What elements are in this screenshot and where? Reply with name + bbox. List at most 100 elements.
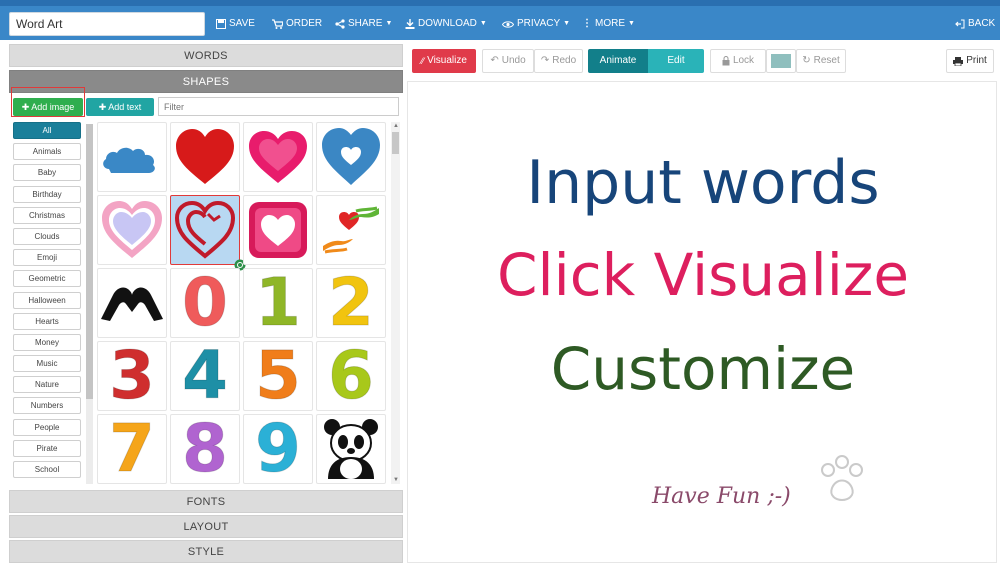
scrollbar-thumb[interactable] xyxy=(392,132,399,154)
category-numbers[interactable]: Numbers xyxy=(13,397,81,415)
category-halloween[interactable]: Halloween xyxy=(13,291,81,309)
print-label: Print xyxy=(966,55,987,66)
shape-number-5[interactable]: 5 xyxy=(243,341,313,411)
shape-number-1[interactable]: 1 xyxy=(243,268,313,338)
color-swatch xyxy=(771,54,791,68)
shape-number-2[interactable]: 2 xyxy=(316,268,386,338)
printer-icon xyxy=(953,56,964,66)
category-nature[interactable]: Nature xyxy=(13,376,81,394)
shape-framed-heart[interactable] xyxy=(243,195,313,265)
download-icon xyxy=(405,19,415,29)
shape-swirl-heart-selected[interactable] xyxy=(170,195,246,271)
back-label: BACK xyxy=(968,18,996,29)
order-label: ORDER xyxy=(286,18,323,29)
category-baby[interactable]: Baby xyxy=(13,164,81,182)
heart-icon xyxy=(249,131,307,183)
shape-number-7[interactable]: 7 xyxy=(97,414,167,484)
canvas-line-1: Input words xyxy=(526,148,880,218)
shape-number-4[interactable]: 4 xyxy=(170,341,240,411)
left-panel: WORDS SHAPES ✚ Add image ✚ Add text AllA… xyxy=(9,44,403,563)
lock-button[interactable]: Lock xyxy=(710,49,766,73)
category-christmas[interactable]: Christmas xyxy=(13,206,81,224)
shape-blue-heart[interactable] xyxy=(316,122,386,192)
category-geometric[interactable]: Geometric xyxy=(13,270,81,288)
shape-heart-hands[interactable] xyxy=(97,268,167,338)
more-button[interactable]: ⋮ MORE ▼ xyxy=(582,16,635,32)
share-icon xyxy=(335,19,345,29)
shape-number-0[interactable]: 0 xyxy=(170,268,240,338)
category-pirate[interactable]: Pirate xyxy=(13,439,81,457)
digit-five: 5 xyxy=(255,337,302,414)
category-hearts[interactable]: Hearts xyxy=(13,312,81,330)
category-scrollbar[interactable] xyxy=(86,124,93,484)
category-music[interactable]: Music xyxy=(13,355,81,373)
heart-icon xyxy=(102,201,162,258)
undo-button[interactable]: ↶ Undo xyxy=(482,49,534,73)
share-button[interactable]: SHARE ▼ xyxy=(335,16,392,32)
visualize-button[interactable]: ⁄⁄ Visualize xyxy=(412,49,476,73)
animate-button[interactable]: Animate xyxy=(588,49,648,73)
digit-six: 6 xyxy=(328,337,375,414)
title-input[interactable] xyxy=(9,12,205,36)
print-button[interactable]: Print xyxy=(946,49,994,73)
chevron-down-icon: ▼ xyxy=(479,20,487,27)
save-button[interactable]: SAVE xyxy=(216,16,255,32)
more-icon: ⋮ xyxy=(582,18,592,29)
shape-number-9[interactable]: 9 xyxy=(243,414,313,484)
shape-number-3[interactable]: 3 xyxy=(97,341,167,411)
undo-icon: ↶ xyxy=(490,55,499,66)
cloud-icon xyxy=(103,147,155,173)
scroll-down-icon[interactable]: ▼ xyxy=(393,477,399,483)
section-fonts[interactable]: FONTS xyxy=(9,490,403,513)
word-art-canvas[interactable]: Input words Click Visualize Customize Ha… xyxy=(407,81,997,563)
section-style[interactable]: STYLE xyxy=(9,540,403,563)
edit-button[interactable]: Edit xyxy=(648,49,704,73)
heart-icon xyxy=(174,200,236,259)
filter-input[interactable] xyxy=(158,97,399,116)
add-text-label: Add text xyxy=(108,102,142,112)
shape-pink-heart[interactable] xyxy=(243,122,313,192)
shape-grid-scrollbar[interactable]: ▲ ▼ xyxy=(391,122,400,484)
download-label: DOWNLOAD xyxy=(418,18,477,29)
shape-cloud[interactable] xyxy=(97,122,167,192)
edit-label: Edit xyxy=(667,55,685,66)
reset-button[interactable]: ↻ Reset xyxy=(796,49,846,73)
shape-red-heart[interactable] xyxy=(170,122,240,192)
shape-panda[interactable] xyxy=(316,414,386,484)
download-button[interactable]: DOWNLOAD ▼ xyxy=(405,16,487,32)
shape-number-6[interactable]: 6 xyxy=(316,341,386,411)
category-all[interactable]: All xyxy=(13,122,81,139)
color-picker-button[interactable] xyxy=(766,49,796,73)
digit-three: 3 xyxy=(109,337,156,414)
scroll-up-icon[interactable]: ▲ xyxy=(393,123,399,129)
section-words[interactable]: WORDS xyxy=(9,44,403,67)
scrollbar-thumb[interactable] xyxy=(86,124,93,399)
digit-one: 1 xyxy=(255,264,302,341)
more-label: MORE xyxy=(595,18,625,29)
reset-icon: ↻ xyxy=(802,55,811,66)
back-button[interactable]: BACK xyxy=(955,16,995,32)
order-button[interactable]: ORDER xyxy=(272,16,322,32)
category-money[interactable]: Money xyxy=(13,333,81,351)
undo-label: Undo xyxy=(501,55,526,66)
shape-hands-heart[interactable] xyxy=(316,195,386,265)
redo-button[interactable]: ↷ Redo xyxy=(534,49,583,73)
section-layout[interactable]: LAYOUT xyxy=(9,515,403,538)
category-animals[interactable]: Animals xyxy=(13,143,81,161)
digit-four: 4 xyxy=(182,337,229,414)
category-people[interactable]: People xyxy=(13,418,81,436)
shape-number-8[interactable]: 8 xyxy=(170,414,240,484)
chevron-down-icon: ▼ xyxy=(628,20,635,27)
privacy-button[interactable]: PRIVACY ▼ xyxy=(502,16,570,32)
shape-outline-heart[interactable] xyxy=(97,195,167,265)
category-emoji[interactable]: Emoji xyxy=(13,249,81,267)
canvas-line-3: Customize xyxy=(550,335,856,403)
heart-icon xyxy=(176,129,234,184)
heart-icon xyxy=(249,202,307,258)
category-clouds[interactable]: Clouds xyxy=(13,227,81,245)
category-birthday[interactable]: Birthday xyxy=(13,185,81,203)
add-text-button[interactable]: ✚ Add text xyxy=(86,98,154,116)
category-school[interactable]: School xyxy=(13,461,81,478)
share-label: SHARE xyxy=(348,18,383,29)
chevron-down-icon: ▼ xyxy=(563,20,571,27)
